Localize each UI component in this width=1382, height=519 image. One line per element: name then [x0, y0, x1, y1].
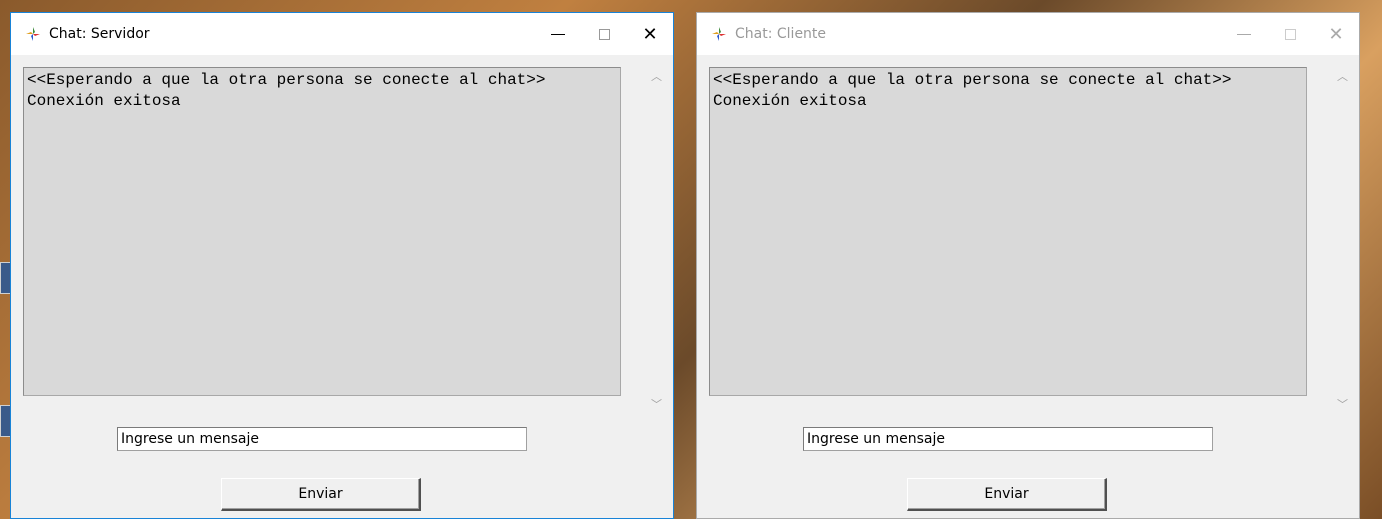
maximize-button[interactable] — [581, 13, 627, 55]
minimize-icon — [551, 33, 565, 35]
minimize-button[interactable] — [535, 13, 581, 55]
vertical-scrollbar[interactable]: ︿ ﹀ — [1334, 67, 1351, 412]
scroll-up-icon[interactable]: ︿ — [648, 67, 665, 84]
minimize-icon — [1237, 33, 1251, 35]
scroll-down-icon[interactable]: ﹀ — [648, 395, 665, 412]
chat-history[interactable]: <<Esperando a que la otra persona se con… — [23, 67, 621, 396]
message-input[interactable]: Ingrese un mensaje — [803, 427, 1213, 451]
titlebar[interactable]: Chat: Cliente ✕ — [697, 13, 1359, 55]
scroll-up-icon[interactable]: ︿ — [1334, 67, 1351, 84]
close-icon: ✕ — [1328, 23, 1344, 45]
maximize-icon — [1284, 28, 1296, 40]
close-icon: ✕ — [642, 23, 658, 45]
window-title: Chat: Cliente — [735, 26, 827, 42]
chat-line: <<Esperando a que la otra persona se con… — [27, 71, 546, 89]
chat-line: <<Esperando a que la otra persona se con… — [713, 71, 1232, 89]
send-button[interactable]: Enviar — [221, 478, 421, 511]
send-button[interactable]: Enviar — [907, 478, 1107, 511]
window-chat-servidor[interactable]: Chat: Servidor ✕ <<Esperando a que la ot… — [10, 12, 674, 519]
message-input[interactable]: Ingrese un mensaje — [117, 427, 527, 451]
chat-history[interactable]: <<Esperando a que la otra persona se con… — [709, 67, 1307, 396]
minimize-button[interactable] — [1221, 13, 1267, 55]
feather-icon — [26, 27, 40, 41]
close-button[interactable]: ✕ — [1313, 13, 1359, 55]
close-button[interactable]: ✕ — [627, 13, 673, 55]
window-title: Chat: Servidor — [49, 26, 150, 42]
titlebar[interactable]: Chat: Servidor ✕ — [11, 13, 673, 55]
maximize-icon — [598, 28, 610, 40]
chat-line: Conexión exitosa — [713, 92, 867, 110]
maximize-button[interactable] — [1267, 13, 1313, 55]
chat-line: Conexión exitosa — [27, 92, 181, 110]
vertical-scrollbar[interactable]: ︿ ﹀ — [648, 67, 665, 412]
scroll-down-icon[interactable]: ﹀ — [1334, 395, 1351, 412]
window-chat-cliente[interactable]: Chat: Cliente ✕ <<Esperando a que la otr… — [696, 12, 1360, 519]
feather-icon — [712, 27, 726, 41]
